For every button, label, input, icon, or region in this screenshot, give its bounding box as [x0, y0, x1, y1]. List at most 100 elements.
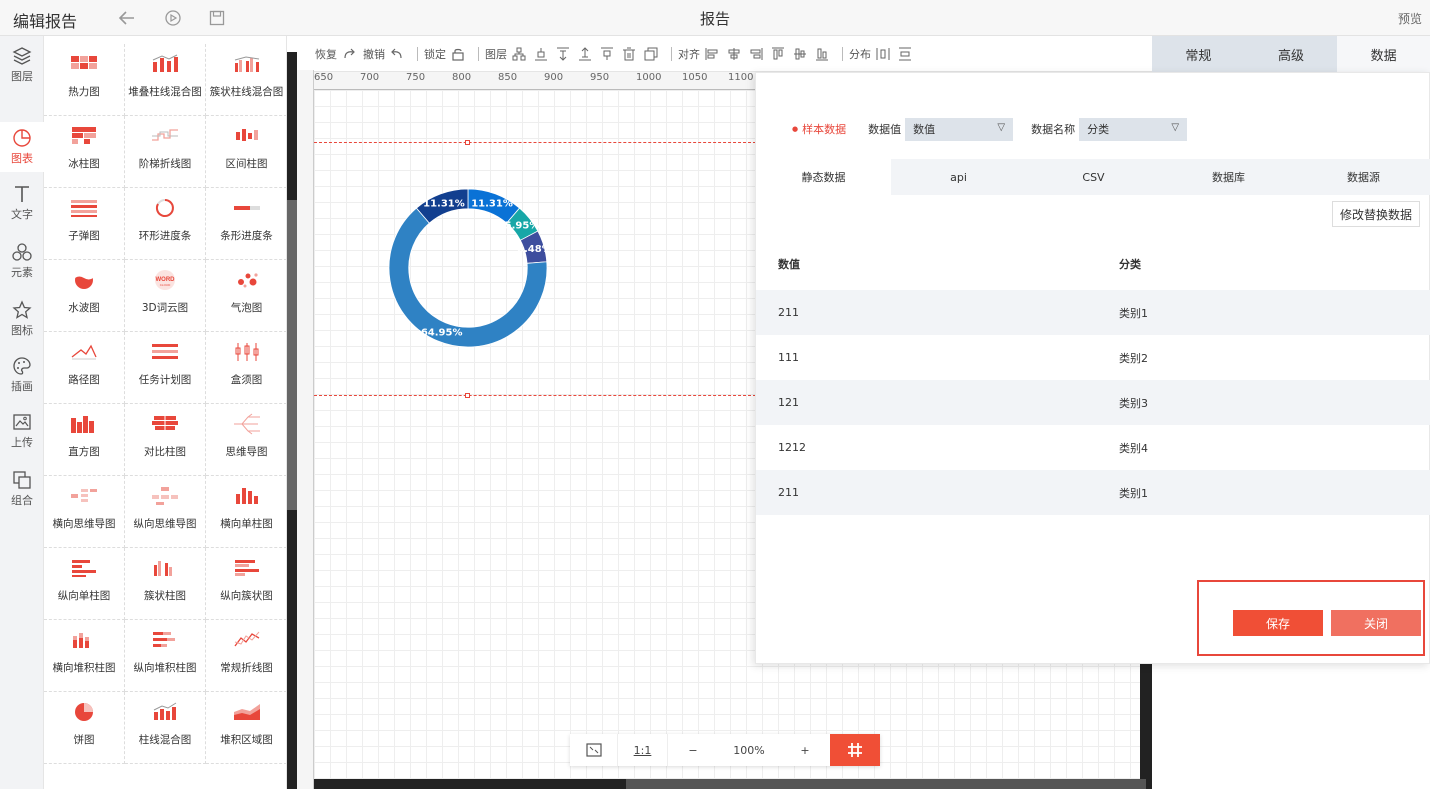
component-item[interactable]: 簇状柱图	[125, 548, 206, 620]
distribute-h-icon[interactable]	[875, 46, 891, 62]
component-item[interactable]: 纵向簇状图	[206, 548, 286, 620]
tab-datasource[interactable]: 数据源	[1296, 159, 1430, 195]
donut-chart[interactable]: 11.31% 5.95% 6.48% 64.95% 11.31%	[388, 188, 548, 348]
lock-icon[interactable]	[450, 46, 466, 62]
value-field-select[interactable]: 数值 ▽	[905, 117, 1014, 141]
zoom-in-button[interactable]: +	[780, 734, 830, 766]
send-backward-icon[interactable]	[599, 46, 615, 62]
component-item[interactable]: WORD CLOUD 3D词云图	[125, 260, 206, 332]
component-item[interactable]: 纵向单柱图	[44, 548, 125, 620]
scrollbar-thumb[interactable]	[287, 200, 297, 510]
table-row[interactable]: 1212 类别4	[756, 425, 1430, 470]
align-top-icon[interactable]	[770, 46, 786, 62]
resize-handle-top[interactable]	[465, 140, 470, 145]
align-label[interactable]: 对齐	[678, 46, 700, 62]
v-stacked-bar-icon	[150, 628, 180, 652]
bring-forward-icon[interactable]	[533, 46, 549, 62]
lock-label[interactable]: 锁定	[424, 46, 446, 62]
layer-label[interactable]: 图层	[485, 46, 507, 62]
component-item[interactable]: 热力图	[44, 44, 125, 116]
component-item[interactable]: 横向堆积柱图	[44, 620, 125, 692]
nav-item-charts[interactable]: 图表	[0, 122, 44, 172]
component-item[interactable]: 堆叠柱线混合图	[125, 44, 206, 116]
component-item[interactable]: 气泡图	[206, 260, 286, 332]
actual-size-button[interactable]: 1:1	[618, 734, 668, 766]
table-row[interactable]: 211 类别1	[756, 290, 1430, 335]
name-field-select[interactable]: 分类 ▽	[1079, 117, 1188, 141]
component-item[interactable]: 堆积区域图	[206, 692, 286, 764]
table-row[interactable]: 121 类别3	[756, 380, 1430, 425]
zoom-out-button[interactable]: −	[668, 734, 718, 766]
fit-screen-icon[interactable]	[570, 734, 618, 766]
redo-label[interactable]: 恢复	[315, 46, 337, 62]
play-icon[interactable]	[164, 9, 182, 27]
tab-api[interactable]: api	[891, 159, 1026, 195]
copy-icon[interactable]	[643, 46, 659, 62]
table-row[interactable]: 211 类别1	[756, 470, 1430, 515]
modify-data-button[interactable]: 修改替换数据	[1331, 201, 1420, 227]
component-item[interactable]: 思维导图	[206, 404, 286, 476]
redo-icon[interactable]	[341, 46, 357, 62]
component-item[interactable]: 子弹图	[44, 188, 125, 260]
distribute-label[interactable]: 分布	[849, 46, 871, 62]
component-item[interactable]: 纵向思维导图	[125, 476, 206, 548]
tab-static-data[interactable]: 静态数据	[756, 159, 891, 195]
name-field-label: 数据名称	[1031, 123, 1076, 136]
back-icon[interactable]	[118, 9, 136, 27]
nav-item-layers[interactable]: 图层	[0, 40, 44, 90]
component-item[interactable]: 任务计划图	[125, 332, 206, 404]
component-item[interactable]: 柱线混合图	[125, 692, 206, 764]
move-top-icon[interactable]	[555, 46, 571, 62]
align-left-icon[interactable]	[704, 46, 720, 62]
move-bottom-icon[interactable]	[577, 46, 593, 62]
component-item[interactable]: 区间柱图	[206, 116, 286, 188]
component-item[interactable]: 条形进度条	[206, 188, 286, 260]
panel-scrollbar[interactable]	[287, 52, 297, 789]
nav-item-group[interactable]: 组合	[0, 464, 44, 514]
close-button[interactable]: 关闭	[1331, 610, 1421, 636]
save-icon[interactable]	[208, 9, 226, 27]
component-item[interactable]: 冰柱图	[44, 116, 125, 188]
component-item[interactable]: 直方图	[44, 404, 125, 476]
resize-handle-bottom[interactable]	[465, 393, 470, 398]
scrollbar-thumb[interactable]	[626, 779, 1146, 789]
distribute-v-icon[interactable]	[897, 46, 913, 62]
canvas-horizontal-scrollbar[interactable]	[314, 779, 1152, 789]
table-row[interactable]: 111 类别2	[756, 335, 1430, 380]
gantt-icon	[150, 340, 180, 364]
component-item[interactable]: 水波图	[44, 260, 125, 332]
grid-toggle-icon[interactable]	[830, 734, 880, 766]
tab-advanced[interactable]: 高级	[1244, 36, 1338, 72]
tab-data[interactable]: 数据	[1337, 36, 1430, 72]
preview-link[interactable]: 预览	[1398, 10, 1422, 27]
component-item[interactable]: 横向思维导图	[44, 476, 125, 548]
undo-label[interactable]: 撤销	[363, 46, 385, 62]
tab-database[interactable]: 数据库	[1161, 159, 1296, 195]
align-center-h-icon[interactable]	[726, 46, 742, 62]
component-item[interactable]: 横向单柱图	[206, 476, 286, 548]
nav-item-upload[interactable]: 上传	[0, 406, 44, 456]
save-button[interactable]: 保存	[1233, 610, 1323, 636]
component-item[interactable]: 常规折线图	[206, 620, 286, 692]
nav-item-elements[interactable]: 元素	[0, 236, 44, 286]
delete-icon[interactable]	[621, 46, 637, 62]
component-item[interactable]: 路径图	[44, 332, 125, 404]
component-item[interactable]: 阶梯折线图	[125, 116, 206, 188]
nav-item-icons[interactable]: 图标	[0, 294, 44, 344]
nav-item-illustration[interactable]: 插画	[0, 350, 44, 400]
component-item[interactable]: 纵向堆积柱图	[125, 620, 206, 692]
tab-csv[interactable]: CSV	[1026, 159, 1161, 195]
component-item[interactable]: 饼图	[44, 692, 125, 764]
align-right-icon[interactable]	[748, 46, 764, 62]
tab-general[interactable]: 常规	[1152, 36, 1245, 72]
align-bottom-icon[interactable]	[814, 46, 830, 62]
align-middle-icon[interactable]	[792, 46, 808, 62]
nav-item-text[interactable]: 文字	[0, 178, 44, 228]
component-item[interactable]: 环形进度条	[125, 188, 206, 260]
undo-icon[interactable]	[389, 46, 405, 62]
component-item[interactable]: 簇状柱线混合图	[206, 44, 286, 116]
component-item[interactable]: 对比柱图	[125, 404, 206, 476]
component-item[interactable]: 盒须图	[206, 332, 286, 404]
layer-tree-icon[interactable]	[511, 46, 527, 62]
clustered-bar-line-icon	[232, 52, 262, 76]
